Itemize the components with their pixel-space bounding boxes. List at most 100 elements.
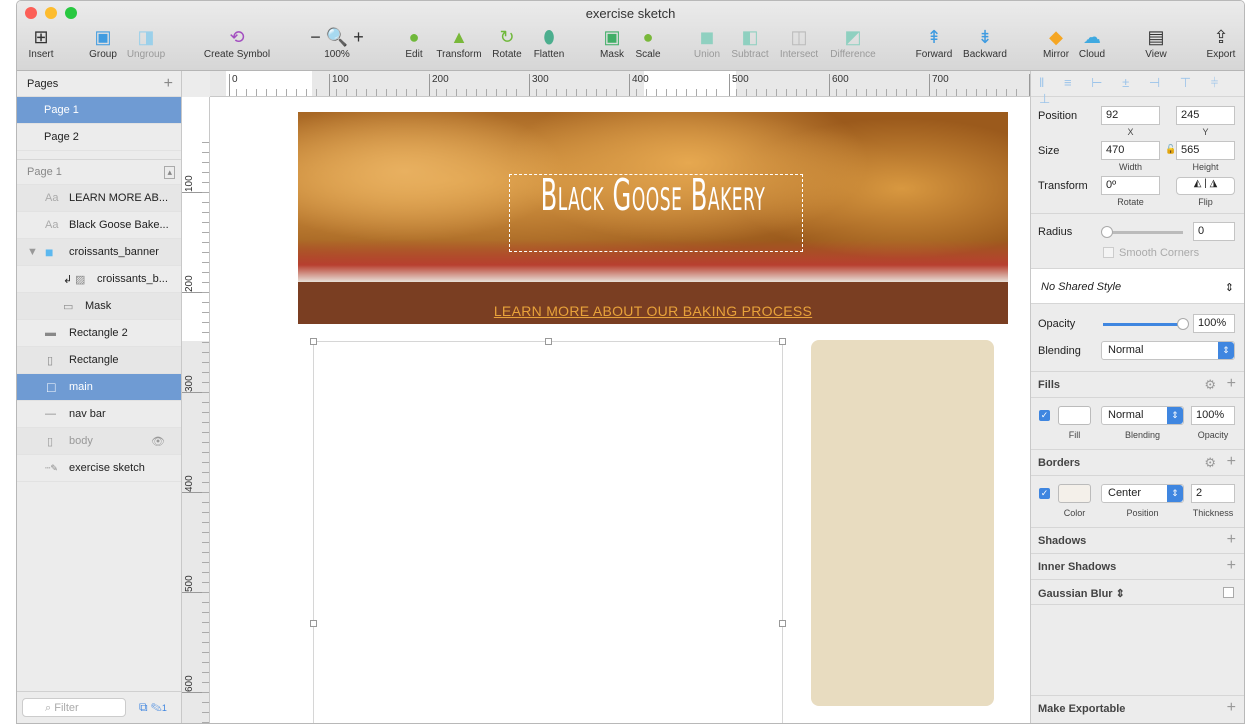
page-item-2[interactable]: Page 2: [17, 124, 181, 151]
x-field[interactable]: 92: [1101, 106, 1160, 125]
add-inner-shadow-icon[interactable]: +: [1227, 557, 1236, 575]
subtract-button[interactable]: ◧ Subtract: [727, 25, 773, 61]
fill-opacity-field[interactable]: 100%: [1191, 406, 1235, 425]
border-thickness-field[interactable]: 2: [1191, 484, 1235, 503]
layer-item[interactable]: ▼ ■ croissants_banner: [17, 239, 181, 266]
height-field[interactable]: 565: [1176, 141, 1235, 160]
ruler-tick-label: 400: [184, 475, 195, 492]
radius-slider[interactable]: [1101, 226, 1183, 238]
page-item-1[interactable]: Page 1: [17, 97, 181, 124]
edit-button[interactable]: ● Edit: [399, 25, 429, 61]
layer-item[interactable]: ↲ ▨ croissants_b...: [17, 266, 181, 293]
edit-icon: ●: [408, 26, 420, 47]
rectangle-icon: ▯: [47, 435, 54, 448]
collapse-icon[interactable]: ▴: [164, 165, 175, 179]
inner-shadows-section[interactable]: Inner Shadows +: [1031, 553, 1244, 579]
border-position-select[interactable]: Center ⇕: [1101, 484, 1184, 503]
flatten-button[interactable]: ⬮ Flatten: [529, 25, 569, 61]
mask-arrow-icon: ↲: [63, 273, 73, 286]
add-fill-icon[interactable]: +: [1227, 375, 1236, 393]
layer-item[interactable]: ▯ body 👁: [17, 428, 181, 455]
export-icon: ⇪: [1213, 26, 1229, 47]
blending-select[interactable]: Normal ⇕: [1101, 341, 1235, 360]
fill-checkbox[interactable]: ✓: [1039, 410, 1050, 421]
rotate-field[interactable]: 0º: [1101, 176, 1160, 195]
backward-icon: ⇟: [977, 26, 993, 47]
make-exportable-section[interactable]: Make Exportable +: [1031, 695, 1244, 721]
line-icon: ▬: [45, 327, 56, 339]
blur-checkbox[interactable]: [1223, 587, 1234, 598]
pages-header: Pages +: [17, 71, 181, 97]
chevron-updown-icon: ⇕: [1218, 342, 1234, 359]
layer-item[interactable]: Aa Black Goose Bake...: [17, 212, 181, 239]
add-export-icon[interactable]: +: [1227, 699, 1236, 717]
banner-title[interactable]: Black Goose Bakery: [458, 170, 849, 221]
border-color-swatch[interactable]: [1058, 484, 1091, 503]
layer-item[interactable]: — nav bar: [17, 401, 181, 428]
cloud-button[interactable]: ☁ Cloud: [1075, 25, 1109, 61]
rectangle-icon: ▭: [63, 300, 74, 313]
diamond-icon: ◆: [1049, 26, 1063, 47]
shadows-section[interactable]: Shadows +: [1031, 527, 1244, 553]
titlebar: exercise sketch ⊞ Insert ▣ Group ◨ Ungroup …: [17, 1, 1244, 71]
eye-icon[interactable]: 👁: [151, 435, 165, 448]
backward-button[interactable]: ⇟ Backward: [959, 25, 1011, 61]
rotate-button[interactable]: ↻ Rotate: [489, 25, 525, 61]
scale-button[interactable]: ● Scale: [631, 25, 665, 61]
export-button[interactable]: ⇪ Export: [1203, 25, 1239, 61]
width-field[interactable]: 470: [1101, 141, 1160, 160]
layer-item[interactable]: ▬ Rectangle 2: [17, 320, 181, 347]
nav-bar[interactable]: LEARN MORE ABOUT OUR BAKING PROCESS: [298, 282, 1008, 324]
add-page-icon[interactable]: +: [164, 75, 173, 93]
difference-button[interactable]: ◩ Difference: [825, 25, 881, 61]
ruler-tick-label: 300: [184, 375, 195, 392]
intersect-button[interactable]: ◫ Intersect: [775, 25, 823, 61]
shared-style-select[interactable]: No Shared Style ⇕: [1031, 268, 1244, 304]
ungroup-button[interactable]: ◨ Ungroup: [123, 25, 169, 61]
group-button[interactable]: ▣ Group: [85, 25, 121, 61]
layer-item-selected[interactable]: □ main: [17, 374, 181, 401]
symbols-filter-icon[interactable]: ⧉ ✎1: [139, 700, 167, 715]
opacity-field[interactable]: 100%: [1193, 314, 1235, 333]
forward-button[interactable]: ⇞ Forward: [911, 25, 957, 61]
create-symbol-button[interactable]: ⟲ Create Symbol: [197, 25, 277, 61]
fill-blending-select[interactable]: Normal ⇕: [1101, 406, 1184, 425]
flip-control[interactable]: ◭ | ◮: [1176, 177, 1235, 195]
union-button[interactable]: ◼ Union: [689, 25, 725, 61]
learn-more-link[interactable]: LEARN MORE ABOUT OUR BAKING PROCESS: [494, 303, 812, 319]
alignment-toolbar[interactable]: ‖ ≡ ⊢ ± ⊣ ⊤ ⫩ ⊥: [1031, 71, 1244, 106]
insert-button[interactable]: ⊞ Insert: [23, 25, 59, 61]
blur-section[interactable]: Gaussian Blur ⇕: [1031, 579, 1244, 605]
union-icon: ◼: [699, 26, 715, 47]
mask-icon: ▣: [603, 26, 621, 47]
layer-item[interactable]: ▯ Rectangle: [17, 347, 181, 374]
gear-icon[interactable]: ⚙: [1204, 377, 1216, 393]
rectangle-icon: ▯: [47, 354, 54, 367]
gear-icon[interactable]: ⚙: [1204, 455, 1216, 471]
radius-field[interactable]: 0: [1193, 222, 1235, 241]
filter-input[interactable]: ⌕ Filter: [22, 698, 126, 717]
y-field[interactable]: 245: [1176, 106, 1235, 125]
mask-button[interactable]: ▣ Mask: [595, 25, 629, 61]
smooth-corners-checkbox[interactable]: [1103, 247, 1114, 258]
ruler-tick-label: 500: [184, 575, 195, 592]
fill-color-swatch[interactable]: [1058, 406, 1091, 425]
sketch-window: exercise sketch ⊞ Insert ▣ Group ◨ Ungroup …: [16, 0, 1245, 724]
croissants-banner-image[interactable]: Black Goose Bakery: [298, 112, 1008, 282]
view-button[interactable]: ▤ View: [1141, 25, 1171, 61]
transform-button[interactable]: ▲ Transform: [431, 25, 487, 61]
lock-icon[interactable]: 🔓: [1165, 144, 1176, 155]
main-rectangle[interactable]: [310, 338, 786, 723]
border-checkbox[interactable]: ✓: [1039, 488, 1050, 499]
sidebar-rectangle[interactable]: [811, 340, 994, 706]
zoom-control[interactable]: − 🔍 +100%: [307, 25, 367, 61]
canvas[interactable]: Black Goose Bakery LEARN MORE ABOUT OUR …: [210, 97, 1030, 723]
opacity-slider[interactable]: [1103, 318, 1189, 330]
layer-item[interactable]: ┄✎ exercise sketch: [17, 455, 181, 482]
disclosure-triangle-icon[interactable]: ▼: [27, 246, 45, 258]
layer-item[interactable]: ▭ Mask: [17, 293, 181, 320]
add-border-icon[interactable]: +: [1227, 453, 1236, 471]
mirror-button[interactable]: ◆ Mirror: [1039, 25, 1073, 61]
layer-item[interactable]: Aa LEARN MORE AB...: [17, 185, 181, 212]
add-shadow-icon[interactable]: +: [1227, 531, 1236, 549]
